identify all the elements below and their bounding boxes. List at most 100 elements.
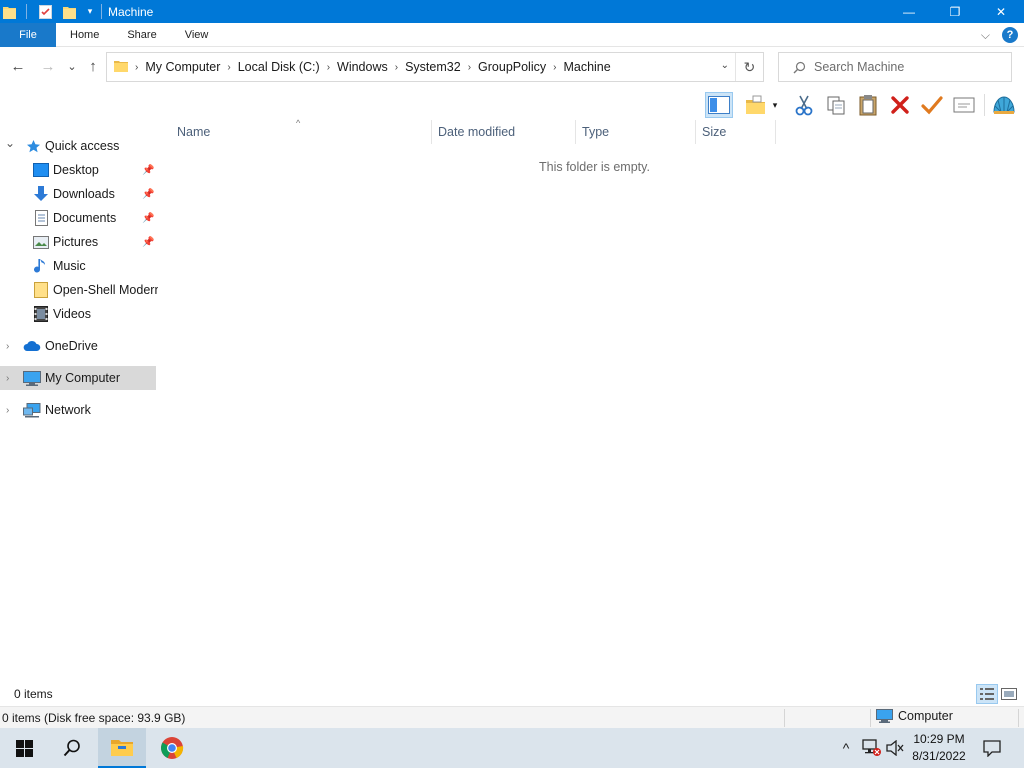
sidebar-item-network[interactable]: › Network — [0, 398, 158, 422]
open-shell-button[interactable] — [990, 92, 1018, 118]
refresh-button[interactable]: ↻ — [735, 53, 763, 81]
details-bar: 0 items (Disk free space: 93.9 GB) Compu… — [0, 706, 1024, 728]
new-folder-button[interactable] — [742, 92, 770, 118]
email-button[interactable] — [950, 92, 978, 118]
sidebar-item-onedrive[interactable]: › OneDrive — [0, 334, 158, 358]
details-view-button[interactable] — [976, 684, 998, 704]
sidebar-item-desktop[interactable]: Desktop 📌 — [0, 158, 158, 182]
up-button[interactable]: ↑ — [83, 56, 103, 76]
column-label: Type — [582, 125, 610, 139]
back-button[interactable]: ← — [8, 56, 28, 76]
pin-icon[interactable]: 📌 — [142, 237, 154, 248]
taskbar-file-explorer[interactable] — [98, 728, 146, 768]
search-button[interactable] — [48, 728, 96, 768]
tab-share[interactable]: Share — [113, 23, 170, 47]
new-folder-dropdown[interactable]: ▾ — [768, 92, 782, 118]
network-tray-icon[interactable] — [860, 728, 884, 768]
breadcrumb-separator[interactable]: › — [553, 62, 556, 73]
sidebar-item-downloads[interactable]: Downloads 📌 — [0, 182, 158, 206]
address-bar[interactable]: › My Computer › Local Disk (C:) › Window… — [106, 52, 764, 82]
ribbon-tabs: File Home Share View ⌵ ? — [0, 22, 1024, 47]
customize-quick-access-icon[interactable]: ▾ — [83, 4, 97, 20]
sidebar-item-pictures[interactable]: Pictures 📌 — [0, 230, 158, 254]
checkmark-icon — [921, 96, 943, 115]
cut-button[interactable] — [790, 92, 818, 118]
breadcrumb-machine[interactable]: Machine — [563, 60, 610, 74]
delete-icon — [891, 96, 909, 114]
help-icon[interactable]: ? — [1002, 27, 1018, 43]
sidebar-item-open-shell-modern[interactable]: Open-Shell Modern — [0, 278, 158, 302]
pin-icon[interactable]: 📌 — [142, 189, 154, 200]
column-name[interactable]: Name — [158, 120, 432, 144]
column-type[interactable]: Type — [576, 120, 696, 144]
copy-button[interactable] — [822, 92, 850, 118]
show-hidden-icons-button[interactable]: ^ — [836, 728, 856, 768]
shell-icon — [993, 96, 1015, 114]
breadcrumb-separator[interactable]: › — [468, 62, 471, 73]
expand-icon[interactable]: › — [6, 341, 9, 352]
breadcrumb-grouppolicy[interactable]: GroupPolicy — [478, 60, 546, 74]
window-controls: — ❐ ✕ — [886, 0, 1024, 23]
column-size[interactable]: Size — [696, 120, 776, 144]
large-icons-view-button[interactable] — [998, 684, 1020, 704]
column-label: Name — [177, 125, 211, 139]
sidebar-item-music[interactable]: Music — [0, 254, 158, 278]
search-icon — [793, 61, 806, 74]
pin-icon[interactable]: 📌 — [142, 213, 154, 224]
sidebar-item-label: Videos — [53, 307, 91, 321]
sidebar-item-quick-access[interactable]: ⌄ Quick access — [0, 134, 158, 158]
desktop-icon — [33, 162, 49, 178]
expand-ribbon-icon[interactable]: ⌵ — [981, 28, 990, 43]
maximize-button[interactable]: ❐ — [932, 0, 978, 23]
sidebar-item-label: My Computer — [45, 371, 121, 385]
breadcrumb-separator[interactable]: › — [227, 62, 230, 73]
system-clock[interactable]: 10:29 PM 8/31/2022 — [904, 731, 974, 765]
start-button[interactable] — [0, 728, 48, 768]
delete-button[interactable] — [886, 92, 914, 118]
sidebar-item-documents[interactable]: Documents 📌 — [0, 206, 158, 230]
breadcrumb-separator[interactable]: › — [395, 62, 398, 73]
breadcrumb-windows[interactable]: Windows — [337, 60, 388, 74]
properties-icon[interactable] — [37, 4, 53, 20]
tab-home[interactable]: Home — [56, 23, 113, 47]
breadcrumb-my-computer[interactable]: My Computer — [145, 60, 220, 74]
windows-logo-icon — [15, 739, 33, 757]
downloads-icon — [33, 186, 49, 202]
quick-access-toolbar: ▾ — [0, 0, 102, 23]
rename-button[interactable] — [918, 92, 946, 118]
tab-file[interactable]: File — [0, 22, 56, 47]
recent-locations-button[interactable]: ⌄ — [62, 56, 82, 76]
column-date-modified[interactable]: Date modified — [432, 120, 576, 144]
large-icons-view-icon — [1001, 688, 1017, 700]
search-box[interactable]: Search Machine — [778, 52, 1012, 82]
details-view-icon — [980, 688, 994, 700]
folder-icon[interactable] — [2, 4, 16, 20]
paste-button[interactable] — [854, 92, 882, 118]
volume-tray-icon[interactable] — [884, 728, 906, 768]
breadcrumb-local-disk[interactable]: Local Disk (C:) — [238, 60, 320, 74]
taskbar-chrome[interactable] — [148, 728, 196, 768]
address-dropdown-icon[interactable]: ⌄ — [721, 60, 729, 71]
expand-icon[interactable]: › — [6, 405, 9, 416]
network-icon — [23, 402, 41, 418]
notifications-button[interactable] — [978, 728, 1006, 768]
minimize-button[interactable]: — — [886, 0, 932, 23]
forward-button[interactable]: → — [38, 56, 58, 76]
tab-view[interactable]: View — [171, 23, 223, 47]
new-folder-icon[interactable] — [61, 4, 77, 20]
collapse-icon[interactable]: ⌄ — [5, 136, 15, 150]
search-input[interactable]: Search Machine — [814, 60, 904, 74]
breadcrumb-system32[interactable]: System32 — [405, 60, 461, 74]
close-button[interactable]: ✕ — [978, 0, 1024, 23]
sidebar-item-videos[interactable]: Videos — [0, 302, 158, 326]
navigation-pane-button[interactable] — [705, 92, 733, 118]
item-count: 0 items — [14, 687, 53, 701]
sidebar-item-label: Music — [53, 259, 86, 273]
pin-icon[interactable]: 📌 — [142, 165, 154, 176]
navigation-pane: ⌄ Quick access Desktop 📌 Downloads 📌 Doc… — [0, 134, 158, 674]
star-icon — [25, 138, 41, 154]
title-bar: ▾ Machine — ❐ ✕ — [0, 0, 1024, 23]
breadcrumb-separator[interactable]: › — [327, 62, 330, 73]
sidebar-item-my-computer[interactable]: › My Computer — [0, 366, 156, 390]
expand-icon[interactable]: › — [6, 373, 9, 384]
